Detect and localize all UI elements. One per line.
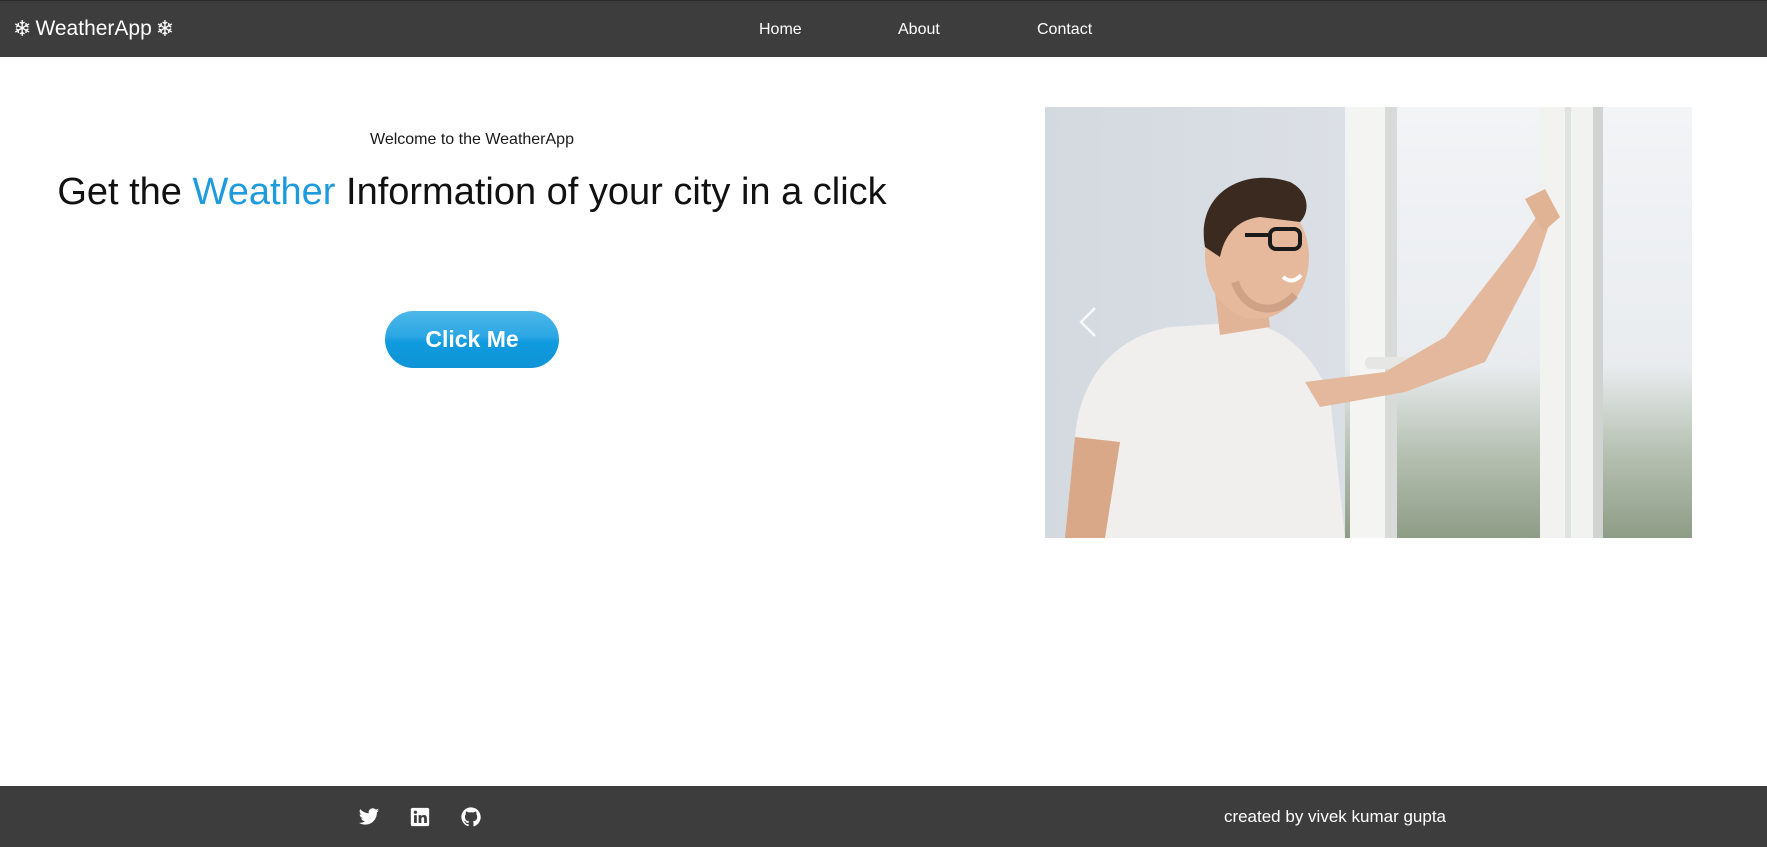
nav-link-home[interactable]: Home: [759, 21, 802, 39]
image-carousel: [1045, 107, 1692, 538]
headline-accent-word: Weather: [192, 171, 336, 213]
footer-credit: created by vivek kumar gupta: [1223, 807, 1446, 826]
brand-label: WeatherApp: [35, 17, 152, 40]
brand-link[interactable]: ❄ WeatherApp ❄: [13, 17, 174, 41]
linkedin-icon[interactable]: [409, 806, 431, 828]
chevron-left-icon[interactable]: [1069, 302, 1109, 342]
click-me-button[interactable]: Click Me: [385, 311, 559, 368]
nav-link-about[interactable]: About: [898, 21, 940, 39]
navbar: ❄ WeatherApp ❄ Home About Contact: [0, 0, 1767, 57]
carousel-image: [1045, 107, 1692, 538]
welcome-text: Welcome to the WeatherApp: [370, 131, 574, 148]
snowflake-icon: ❄: [13, 16, 32, 41]
twitter-icon[interactable]: [358, 806, 380, 828]
nav-link-contact[interactable]: Contact: [1037, 21, 1092, 39]
footer: created by vivek kumar gupta: [0, 786, 1767, 847]
headline-text-start: Get the: [57, 171, 193, 213]
github-icon[interactable]: [460, 806, 482, 828]
headline-text-end: Information of your city in a click: [335, 171, 887, 213]
page-headline: Get the Weather Information of your city…: [50, 168, 894, 216]
snowflake-icon: ❄: [155, 16, 175, 41]
